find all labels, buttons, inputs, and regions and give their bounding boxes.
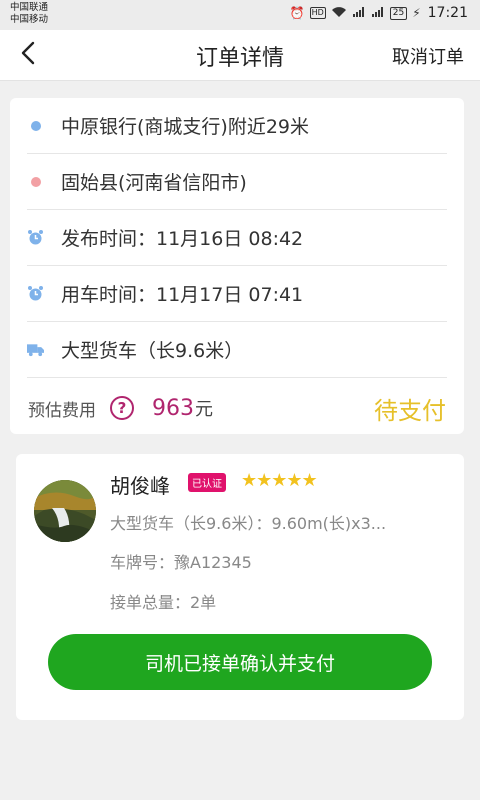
carriers: 中国联通 中国移动	[10, 2, 48, 26]
fee-row: 预估费用 ? 963 元 待支付	[10, 378, 464, 438]
signal-icon-2	[371, 6, 385, 21]
destination-dot-icon	[27, 173, 44, 190]
status-bar: 中国联通 中国移动 ⏰ HD 25 ⚡ 17:21	[0, 0, 480, 30]
truck-icon	[27, 341, 44, 358]
fee-label: 预估费用	[28, 400, 96, 421]
status-badge: 待支付	[374, 396, 446, 425]
verified-badge: 已认证	[188, 473, 226, 492]
use-time-row: 用车时间：11月17日 07:41	[27, 266, 447, 322]
vehicle-type: 大型货车（长9.6米）	[61, 340, 244, 362]
fee-unit: 元	[195, 399, 213, 420]
avatar	[34, 480, 96, 542]
header: 订单详情 取消订单	[0, 30, 480, 81]
wifi-icon	[331, 6, 347, 21]
cancel-order-button[interactable]: 取消订单	[392, 43, 464, 69]
question-icon[interactable]: ?	[110, 396, 134, 420]
rating-stars: ★★★★★	[241, 470, 318, 491]
fee-value: 963	[152, 395, 194, 421]
confirm-pay-button[interactable]: 司机已接单确认并支付	[48, 634, 432, 690]
alarm-clock-icon	[27, 285, 44, 302]
order-card: 中原银行(商城支行)附近29米 固始县(河南省信阳市) 发布时间：11月16日 …	[10, 98, 464, 434]
alarm-icon: ⏰	[289, 6, 305, 20]
carrier-1: 中国联通	[10, 2, 49, 13]
carrier-2: 中国移动	[10, 14, 49, 25]
destination-address: 固始县(河南省信阳市)	[61, 172, 247, 194]
driver-name: 胡俊峰	[110, 474, 170, 498]
total-orders: 接单总量：2单	[110, 593, 217, 612]
use-time: 用车时间：11月17日 07:41	[61, 284, 304, 306]
battery-icon: 25	[389, 6, 408, 20]
origin-dot-icon	[27, 117, 44, 134]
publish-time: 发布时间：11月16日 08:42	[61, 228, 304, 250]
origin-address: 中原银行(商城支行)附近29米	[61, 116, 310, 138]
clock: 17:21	[427, 5, 468, 21]
plate-number: 车牌号：豫A12345	[110, 553, 252, 572]
destination-row: 固始县(河南省信阳市)	[27, 154, 447, 210]
origin-row: 中原银行(商城支行)附近29米	[27, 98, 447, 154]
signal-icon-1	[352, 6, 366, 21]
alarm-clock-icon	[27, 229, 44, 246]
hd-badge: HD	[309, 7, 326, 19]
publish-time-row: 发布时间：11月16日 08:42	[27, 210, 447, 266]
vehicle-row: 大型货车（长9.6米）	[27, 322, 447, 378]
driver-card: 胡俊峰 已认证 ★★★★★ 大型货车（长9.6米）：9.60m(长)x3... …	[16, 454, 464, 720]
driver-vehicle-info: 大型货车（长9.6米）：9.60m(长)x3...	[110, 514, 387, 533]
charging-icon: ⚡	[412, 6, 421, 20]
status-icons: ⏰ HD 25 ⚡ 17:21	[290, 5, 468, 21]
